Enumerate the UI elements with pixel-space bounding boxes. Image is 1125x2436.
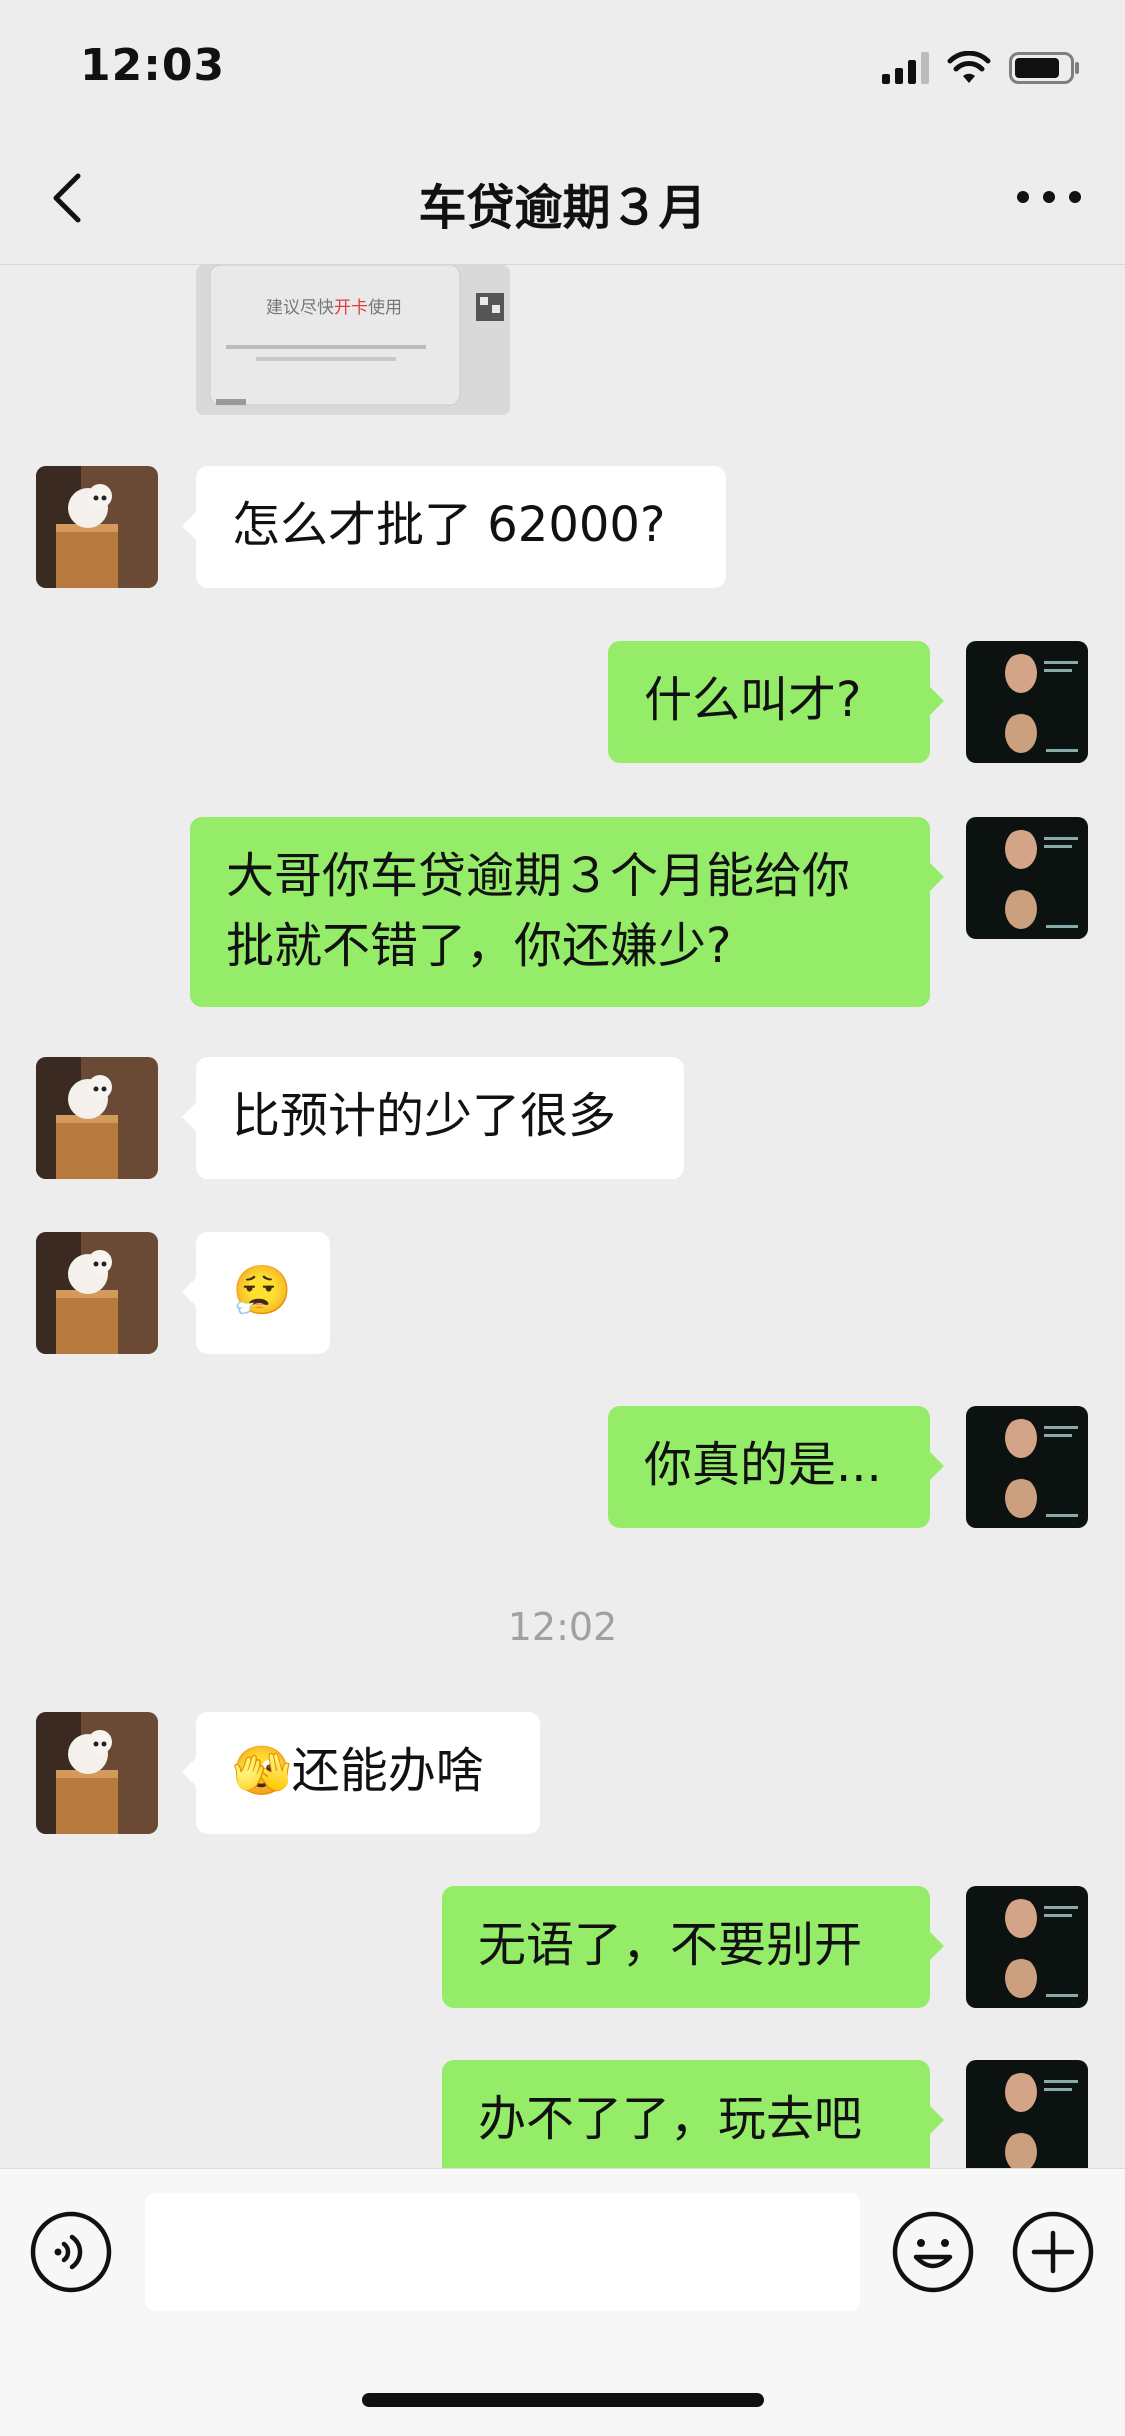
- avatar-self[interactable]: [966, 641, 1088, 763]
- image-thumbnail: [196, 265, 510, 415]
- emoji-icon[interactable]: [890, 2209, 976, 2295]
- avatar-contact[interactable]: [36, 1712, 158, 1834]
- message-text: 大哥你车贷逾期３个月能给你批就不错了，你还嫌少?: [226, 848, 851, 974]
- message-bubble[interactable]: 比预计的少了很多: [182, 1057, 684, 1179]
- more-dots-icon[interactable]: [1009, 162, 1089, 232]
- chat-title: 车贷逾期３月: [418, 180, 707, 236]
- avatar-contact[interactable]: [36, 466, 158, 588]
- avatar-contact[interactable]: [36, 1057, 158, 1179]
- message-bubble[interactable]: 什么叫才?: [608, 641, 944, 763]
- chat-screen: 12:03 车贷逾期３月 建议尽快开卡使用 怎么才批了 62000? 什么叫才?…: [0, 0, 1125, 2436]
- status-icons: [882, 46, 1081, 90]
- message-bubble[interactable]: 怎么才批了 62000?: [182, 466, 726, 588]
- message-input[interactable]: [145, 2193, 860, 2311]
- navigation-bar: 车贷逾期３月: [0, 132, 1125, 265]
- wifi-icon: [947, 51, 991, 83]
- voice-icon[interactable]: [28, 2209, 114, 2295]
- avatar-self[interactable]: [966, 2060, 1088, 2168]
- message-bubble[interactable]: 办不了了，玩去吧: [442, 2060, 944, 2168]
- message-bubble[interactable]: 无语了，不要别开: [442, 1886, 944, 2008]
- battery-icon: [1009, 52, 1079, 84]
- message-bubble[interactable]: 😮‍💨: [182, 1232, 330, 1354]
- message-bubble[interactable]: 🫣还能办啥: [182, 1712, 540, 1834]
- avatar-contact[interactable]: [36, 1232, 158, 1354]
- avatar-self[interactable]: [966, 1406, 1088, 1528]
- message-list[interactable]: 建议尽快开卡使用 怎么才批了 62000? 什么叫才? 大哥你车贷逾期３个月能给…: [0, 265, 1125, 2168]
- message-bubble[interactable]: 大哥你车贷逾期３个月能给你批就不错了，你还嫌少?: [190, 817, 944, 1007]
- signal-icon: [882, 52, 929, 84]
- image-caption: 建议尽快开卡使用: [266, 298, 402, 318]
- home-indicator[interactable]: [362, 2393, 764, 2407]
- image-message[interactable]: 建议尽快开卡使用: [196, 265, 510, 415]
- message-timestamp: 12:02: [507, 1605, 618, 1649]
- status-time: 12:03: [80, 40, 226, 91]
- message-text: 什么叫才?: [644, 672, 862, 728]
- message-emoji: 😮‍💨: [232, 1263, 292, 1319]
- message-text: 无语了，不要别开: [478, 1917, 863, 1973]
- message-text: 🫣还能办啥: [232, 1743, 484, 1799]
- message-bubble[interactable]: 你真的是...: [608, 1406, 944, 1528]
- message-text: 比预计的少了很多: [232, 1088, 617, 1144]
- message-text: 办不了了，玩去吧: [478, 2091, 863, 2147]
- avatar-self[interactable]: [966, 1886, 1088, 2008]
- message-text: 怎么才批了 62000?: [232, 497, 666, 553]
- plus-icon[interactable]: [1010, 2209, 1096, 2295]
- status-bar: 12:03: [0, 0, 1125, 132]
- avatar-self[interactable]: [966, 817, 1088, 939]
- message-text: 你真的是...: [644, 1437, 882, 1493]
